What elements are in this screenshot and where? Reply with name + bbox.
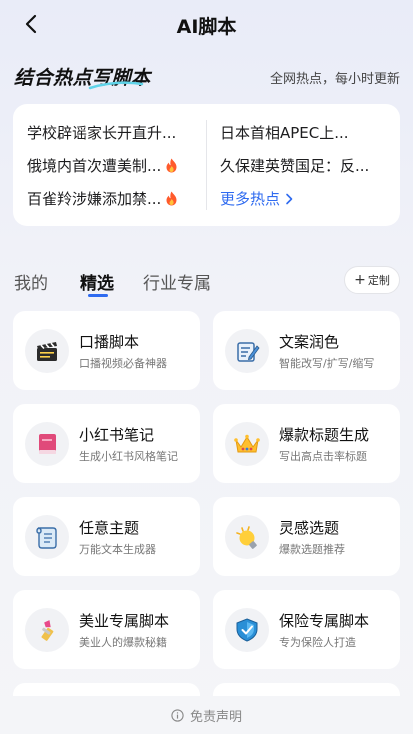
template-name: 任意主题 [79,519,140,537]
page-title: AI脚本 [176,16,237,38]
chevron-right-icon [286,193,293,204]
notepad-pen-icon [237,342,260,362]
template-icon-wrap [225,608,269,652]
template-card-beauty-script[interactable]: 美业专属脚本 美业人的爆款秘籍 [13,590,200,669]
template-name: 爆款标题生成 [279,426,370,444]
hot-topic-item[interactable]: 久保建英赞国足：反... [220,155,369,176]
template-name: 保险专属脚本 [279,612,370,630]
template-icon-wrap [25,608,69,652]
tab-mine[interactable]: 我的 [14,269,48,294]
column-divider [206,120,207,210]
template-desc: 万能文本生成器 [79,543,156,556]
hot-topic-item[interactable]: 日本首相APEC上... [220,122,349,143]
template-card-copy-polish[interactable]: 文案润色 智能改写/扩写/缩写 [213,311,400,390]
hot-topic-text: 久保建英赞国足：反... [220,157,370,175]
template-icon-wrap [25,515,69,559]
disclaimer-link[interactable]: 免责声明 [0,696,413,734]
template-icon-wrap [225,422,269,466]
hot-topics-header: 结合热点写脚本 全网热点，每小时更新 [14,62,400,92]
hot-topic-text: 日本首相APEC上... [220,124,349,142]
crown-icon [234,434,260,453]
template-name: 美业专属脚本 [79,612,170,630]
template-card-any-topic[interactable]: 任意主题 万能文本生成器 [13,497,200,576]
lightbulb-icon [236,526,257,549]
template-desc: 爆款选题推荐 [279,543,345,556]
hot-topic-text: 俄境内首次遭美制... [27,157,162,175]
more-hot-topics-link[interactable]: 更多热点 [220,188,294,209]
lipstick-icon [41,620,54,641]
customize-button[interactable]: + 定制 [344,266,400,294]
template-desc: 口播视频必备神器 [79,357,167,370]
book-icon [39,434,56,454]
template-card-viral-title[interactable]: 爆款标题生成 写出高点击率标题 [213,404,400,483]
hot-topic-item[interactable]: 百雀羚涉嫌添加禁... [27,188,178,209]
hot-topics-card: 学校辟谣家长开直升... 俄境内首次遭美制... 百雀羚涉嫌添加禁... 日本首… [13,104,400,226]
template-desc: 写出高点击率标题 [279,450,367,463]
template-desc: 智能改写/扩写/缩写 [279,357,375,370]
shield-icon [236,618,258,642]
category-tabs: 我的 精选 行业专属 + 定制 [14,265,400,301]
template-desc: 美业人的爆款秘籍 [79,636,167,649]
hot-topics-title: 结合热点写脚本 [14,63,151,90]
more-hot-topics-label: 更多热点 [220,190,281,208]
template-name: 口播脚本 [79,333,140,351]
disclaimer-label: 免责声明 [189,709,242,725]
template-desc: 专为保险人打造 [279,636,356,649]
clapperboard-icon [37,342,57,361]
template-name: 小红书笔记 [79,426,155,444]
hot-topic-text: 百雀羚涉嫌添加禁... [27,190,162,208]
active-tab-indicator [88,294,108,297]
tab-featured[interactable]: 精选 [80,269,114,294]
top-bar: AI脚本 [0,0,413,48]
template-icon-wrap [225,515,269,559]
hot-topic-text: 学校辟谣家长开直升... [27,124,177,142]
template-icon-wrap [225,329,269,373]
customize-label: 定制 [367,274,390,287]
scroll-icon [36,527,57,549]
template-icon-wrap [25,422,69,466]
hot-topic-item[interactable]: 俄境内首次遭美制... [27,155,178,176]
template-desc: 生成小红书风格笔记 [79,450,178,463]
fire-icon [166,191,177,206]
template-name: 灵感选题 [279,519,340,537]
template-icon-wrap [25,329,69,373]
hot-topics-subtitle: 全网热点，每小时更新 [269,72,400,87]
hot-topic-item[interactable]: 学校辟谣家长开直升... [27,122,176,143]
tab-industry[interactable]: 行业专属 [143,269,211,294]
template-card-inspiration[interactable]: 灵感选题 爆款选题推荐 [213,497,400,576]
fire-icon [166,158,177,173]
template-card-insurance-script[interactable]: 保险专属脚本 专为保险人打造 [213,590,400,669]
template-card-xiaohongshu[interactable]: 小红书笔记 生成小红书风格笔记 [13,404,200,483]
template-card-oral-script[interactable]: 口播脚本 口播视频必备神器 [13,311,200,390]
info-icon [171,708,184,722]
template-name: 文案润色 [279,333,340,351]
plus-icon: + [354,272,366,288]
swoosh-decoration-icon [88,81,144,90]
